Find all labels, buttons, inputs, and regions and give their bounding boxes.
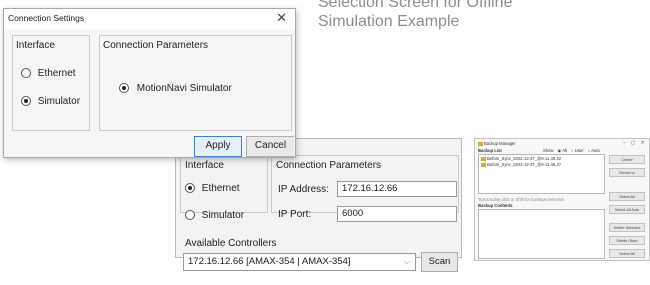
close-icon[interactable]: ✕ bbox=[641, 140, 650, 146]
simulator-radio-label: Simulator bbox=[37, 96, 81, 107]
caption-line-1: Selection Screen for Offline bbox=[318, 0, 513, 11]
radio-selected-icon bbox=[119, 83, 129, 94]
close-icon[interactable]: ✕ bbox=[276, 10, 287, 26]
select-all-auto-button[interactable]: Select All Auto bbox=[609, 205, 645, 214]
minimize-icon[interactable]: – bbox=[623, 140, 631, 146]
motionnavi-simulator-radio[interactable]: MotionNavi Simulator bbox=[119, 83, 232, 94]
select-all-button[interactable]: Select All bbox=[609, 192, 645, 201]
dialog-title: Connection Settings bbox=[8, 13, 85, 23]
connection-parameters-label: Connection Parameters bbox=[276, 160, 382, 171]
list-item[interactable]: Before_Sync_2022-12-27_@9-11.49.42 bbox=[481, 156, 561, 161]
ethernet-radio[interactable]: Ethernet bbox=[21, 68, 76, 79]
revert-to-button[interactable]: Revert to bbox=[609, 168, 645, 177]
motionnavi-simulator-label: MotionNavi Simulator bbox=[136, 83, 232, 94]
connection-settings-dialog: Connection Settings ✕ Interface Ethernet… bbox=[3, 8, 296, 158]
controller-select-value: 172.16.12.66 [AMAX-354 | AMAX-354] bbox=[188, 256, 351, 267]
radio-selected-icon bbox=[185, 183, 195, 194]
ip-address-label: IP Address: bbox=[278, 184, 329, 195]
figure-caption: Selection Screen for Offline Simulation … bbox=[318, 0, 618, 31]
backup-list[interactable]: Before_Sync_2022-12-27_@9-11.49.42 Befor… bbox=[478, 154, 605, 194]
backup-contents-panel bbox=[478, 209, 605, 259]
ethernet-radio-label: Ethernet bbox=[201, 183, 240, 194]
ethernet-radio[interactable]: Ethernet bbox=[185, 183, 240, 194]
simulator-radio[interactable]: Simulator bbox=[185, 210, 244, 221]
delete-older-button[interactable]: Delete Older bbox=[609, 236, 645, 245]
cancel-button[interactable]: Cancel bbox=[246, 136, 294, 157]
app-icon bbox=[478, 142, 483, 146]
interface-group-label: Interface bbox=[185, 160, 224, 171]
show-option-auto[interactable]: Auto bbox=[591, 148, 600, 153]
radio-selected-icon bbox=[21, 96, 31, 107]
scan-button[interactable]: Scan bbox=[421, 252, 458, 272]
maximize-icon[interactable]: ▢ bbox=[631, 140, 641, 146]
backup-manager-window: Backup Manager –▢✕ Backup List Show ◉ Al… bbox=[474, 138, 650, 261]
apply-button[interactable]: Apply bbox=[194, 136, 242, 157]
connection-parameters-label: Connection Parameters bbox=[103, 40, 209, 51]
backup-contents-label: Backup Contents bbox=[478, 203, 513, 208]
backup-list-label: Backup List bbox=[478, 148, 502, 153]
folder-icon bbox=[481, 157, 486, 161]
ethernet-radio-label: Ethernet bbox=[37, 68, 76, 79]
delete-selected-button[interactable]: Delete Selected bbox=[609, 223, 645, 232]
show-label: Show bbox=[543, 148, 554, 153]
selection-hint: Tips:Double click or Shift for backups s… bbox=[478, 197, 565, 202]
deselect-all-button[interactable]: Select All bbox=[609, 249, 645, 258]
show-option-user[interactable]: User bbox=[575, 148, 584, 153]
caption-line-2: Simulation Example bbox=[318, 13, 460, 30]
list-item[interactable]: Before_Sync_2022-12-27_@9-11.49.37 bbox=[481, 162, 561, 167]
interface-group-label: Interface bbox=[16, 40, 55, 51]
ip-port-label: IP Port: bbox=[278, 209, 312, 220]
folder-icon bbox=[481, 163, 486, 167]
controller-select[interactable]: 172.16.12.66 [AMAX-354 | AMAX-354] ⌵ bbox=[183, 253, 416, 271]
available-controllers-label: Available Controllers bbox=[185, 238, 277, 249]
chevron-down-icon: ⌵ bbox=[403, 257, 410, 266]
show-option-all[interactable]: All bbox=[562, 148, 567, 153]
ip-address-input[interactable]: 172.16.12.66 bbox=[337, 181, 457, 197]
simulator-radio[interactable]: Simulator bbox=[21, 96, 80, 107]
window-controls[interactable]: –▢✕ bbox=[623, 140, 650, 146]
create-button[interactable]: Create bbox=[609, 155, 645, 164]
ip-port-input[interactable]: 6000 bbox=[337, 206, 457, 222]
simulator-radio-label: Simulator bbox=[201, 210, 245, 221]
show-filter[interactable]: Show ◉ All ○ User ○ Auto bbox=[543, 148, 600, 153]
radio-empty-icon bbox=[21, 68, 31, 79]
backup-manager-title: Backup Manager bbox=[478, 141, 516, 146]
radio-empty-icon bbox=[185, 210, 195, 221]
dialog-titlebar: Connection Settings ✕ bbox=[4, 9, 295, 29]
